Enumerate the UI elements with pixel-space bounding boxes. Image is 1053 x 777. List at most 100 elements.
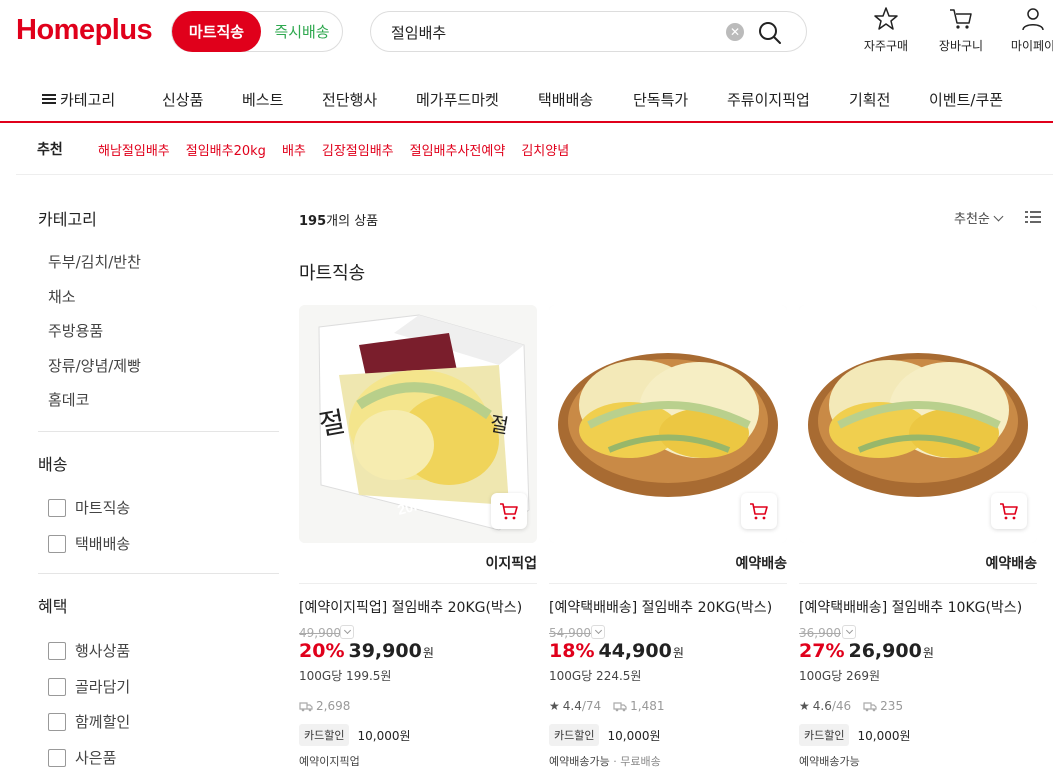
benefit-filter-title: 혜택	[38, 597, 68, 616]
product-name[interactable]: [예약택배배송] 절임배추 20KG(박스)	[549, 597, 772, 617]
benefit-checkbox-sale[interactable]: 행사상품	[48, 640, 130, 661]
unit-price: 100G당 269원	[799, 669, 881, 683]
nav-category-menu[interactable]: 카테고리	[42, 89, 115, 110]
category-link[interactable]: 두부/김치/반찬	[48, 251, 141, 272]
discount-rate: 27%	[799, 640, 845, 662]
card-discount-badge: 카드할인	[799, 724, 850, 746]
search-input[interactable]	[391, 21, 721, 43]
chevron-down-icon[interactable]	[591, 625, 605, 639]
sale-price: 44,900	[598, 640, 672, 662]
instant-delivery-tab[interactable]: 즉시배송	[264, 12, 340, 51]
cart-icon	[500, 503, 518, 520]
checkbox-label: 마트직송	[75, 499, 131, 517]
benefit-value: 10,000원	[357, 728, 411, 743]
delivery-tag: 예약배송	[735, 556, 787, 572]
sale-price: 26,900	[848, 640, 922, 662]
product-image-box[interactable]	[549, 305, 787, 543]
original-price: 54,900	[549, 626, 591, 640]
frequent-purchase-label: 자주구매	[863, 39, 909, 53]
mart-direct-tab[interactable]: 마트직송	[172, 11, 261, 52]
benefit-checkbox-together[interactable]: 함께할인	[48, 711, 130, 732]
purchase-count: 235	[880, 699, 904, 713]
cart-icon	[750, 503, 768, 520]
category-link[interactable]: 채소	[48, 286, 76, 307]
chevron-down-icon[interactable]	[842, 625, 856, 639]
cart-button[interactable]: 장바구니	[931, 6, 991, 54]
recommend-list: 해남절임배추 절임배추20kg 배추 김장절임배추 절임배추사전예약 김치양념	[98, 140, 569, 159]
result-count-suffix: 개의 상품	[326, 214, 379, 229]
product-image-box[interactable]: 절 절 20kg	[299, 305, 537, 543]
checkbox[interactable]	[48, 677, 66, 696]
delivery-mode-toggle: 마트직송 즉시배송	[171, 11, 343, 52]
recommend-keyword[interactable]: 해남절임배추	[98, 140, 170, 159]
nav-item-exclusive[interactable]: 단독특가	[633, 89, 688, 110]
product-meta: ★ 4.4 /74 1,481	[549, 699, 665, 713]
benefit-checkbox-gift[interactable]: 사은품	[48, 747, 116, 768]
product-card[interactable]: 예약배송 [예약택배배송] 절임배추 10KG(박스) 36,900 27% 26…	[799, 305, 1037, 777]
product-image-box[interactable]	[799, 305, 1037, 543]
recommend-keyword[interactable]: 절임배추20kg	[186, 140, 266, 159]
review-count[interactable]: /46	[832, 699, 851, 713]
divider	[799, 583, 1037, 584]
checkbox-label: 택배배송	[75, 535, 131, 553]
checkbox[interactable]	[48, 498, 66, 517]
nav-item-new[interactable]: 신상품	[162, 89, 203, 110]
product-meta: 2,698	[299, 699, 350, 713]
clear-icon[interactable]: ✕	[726, 23, 744, 41]
cart-label: 장바구니	[938, 39, 984, 53]
add-to-cart-button[interactable]	[741, 493, 777, 529]
list-view-icon[interactable]	[1025, 210, 1041, 224]
add-to-cart-button[interactable]	[991, 493, 1027, 529]
unit-price: 100G당 199.5원	[299, 669, 392, 683]
benefit-value: 10,000원	[607, 728, 661, 743]
divider	[549, 583, 787, 584]
my-page-button[interactable]: 마이페이	[1003, 6, 1053, 54]
recommend-keyword[interactable]: 김치양념	[521, 140, 569, 159]
checkbox[interactable]	[48, 712, 66, 731]
checkbox[interactable]	[48, 534, 66, 553]
nav-item-mega-food[interactable]: 메가푸드마켓	[416, 89, 499, 110]
search-icon[interactable]	[757, 20, 783, 46]
delivery-checkbox-mart[interactable]: 마트직송	[48, 497, 130, 518]
product-meta: ★ 4.6 /46 235	[799, 699, 903, 713]
add-to-cart-button[interactable]	[491, 493, 527, 529]
recommend-keyword[interactable]: 절임배추사전예약	[410, 140, 506, 159]
sort-dropdown[interactable]: 추천순	[954, 208, 1004, 227]
homeplus-logo[interactable]: Homeplus	[16, 14, 153, 47]
nav-item-flyer[interactable]: 전단행사	[322, 89, 377, 110]
purchase-count-icon	[613, 702, 627, 712]
free-shipping-text: · 무료배송	[609, 755, 661, 768]
nav-item-exhibition[interactable]: 기획전	[849, 89, 890, 110]
product-card[interactable]: 예약배송 [예약택배배송] 절임배추 20KG(박스) 54,900 18% 44…	[549, 305, 787, 777]
recommend-keyword[interactable]: 김장절임배추	[322, 140, 394, 159]
result-count-number: 195	[299, 214, 327, 229]
checkbox[interactable]	[48, 641, 66, 660]
price-row: 27% 26,900원	[799, 640, 934, 662]
delivery-checkbox-parcel[interactable]: 택배배송	[48, 533, 130, 554]
purchase-count-icon	[299, 702, 313, 712]
my-page-label: 마이페이	[1010, 39, 1053, 53]
nav-item-parcel[interactable]: 택배배송	[538, 89, 593, 110]
benefit-value: 10,000원	[857, 728, 911, 743]
divider	[299, 583, 537, 584]
category-link[interactable]: 홈데코	[48, 389, 89, 410]
recommend-keyword[interactable]: 배추	[282, 140, 306, 159]
product-name[interactable]: [예약이지픽업] 절임배추 20KG(박스)	[299, 597, 522, 617]
nav-item-liquor-pickup[interactable]: 주류이지픽업	[727, 89, 810, 110]
product-name[interactable]: [예약택배배송] 절임배추 10KG(박스)	[799, 597, 1022, 617]
recommend-title: 추천	[37, 142, 63, 158]
checkbox[interactable]	[48, 748, 66, 767]
card-discount-badge: 카드할인	[549, 724, 600, 746]
chevron-down-icon[interactable]	[340, 625, 354, 639]
product-card[interactable]: 절 절 20kg 이지픽업 [예약이지픽업] 절임배추 20KG(박스) 49,…	[299, 305, 537, 777]
price-row: 20% 39,900원	[299, 640, 434, 662]
cart-icon	[1000, 503, 1018, 520]
category-link[interactable]: 장류/양념/제빵	[48, 355, 141, 376]
category-link[interactable]: 주방용품	[48, 320, 103, 341]
benefit-checkbox-pick[interactable]: 골라담기	[48, 676, 130, 697]
frequent-purchase-button[interactable]: 자주구매	[856, 6, 916, 54]
hamburger-icon	[42, 93, 56, 104]
nav-item-best[interactable]: 베스트	[242, 89, 283, 110]
review-count[interactable]: /74	[582, 699, 601, 713]
nav-item-event-coupon[interactable]: 이벤트/쿠폰	[929, 89, 1003, 110]
